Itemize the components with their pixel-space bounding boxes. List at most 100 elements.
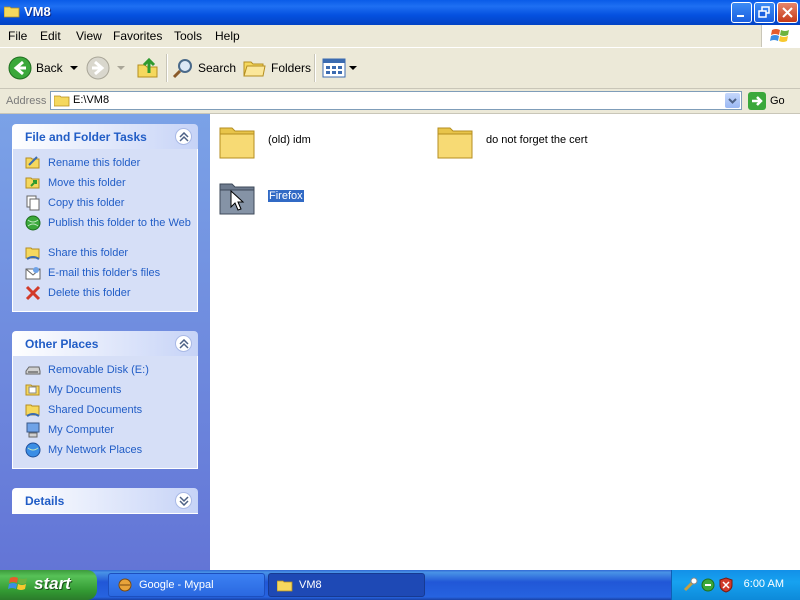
menu-favorites[interactable]: Favorites [113,29,162,43]
panel-header[interactable]: File and Folder Tasks [12,124,198,149]
views-dropdown-icon [349,66,357,70]
taskbar-item-label: Google - Mypal [139,579,214,591]
place-my-documents[interactable]: My Documents [13,382,197,402]
place-removable-disk[interactable]: Removable Disk (E:) [13,362,197,382]
delete-icon [25,285,41,301]
up-folder-icon [137,57,158,78]
task-rename[interactable]: Rename this folder [13,155,197,175]
search-button[interactable]: Search [172,55,236,81]
task-copy[interactable]: Copy this folder [13,195,197,215]
network-places-icon [25,442,41,458]
panel-title: Details [25,494,65,508]
place-shared-documents[interactable]: Shared Documents [13,402,197,422]
browser-icon [118,578,132,592]
my-computer-icon [26,422,40,438]
views-icon [322,58,346,78]
taskbar-item-google-mypal[interactable]: Google - Mypal [108,573,265,597]
taskbar-item-label: VM8 [299,579,322,591]
taskbar: start Google - Mypal VM8 6:00 AM [0,570,800,600]
back-arrow-icon [8,56,32,80]
up-folder-button[interactable] [136,55,160,81]
task-move[interactable]: Move this folder [13,175,197,195]
folder-item[interactable]: do not forget the cert [436,122,656,166]
move-icon [25,177,40,189]
forward-button[interactable] [86,55,126,81]
menu-view[interactable]: View [76,29,102,43]
collapse-button[interactable] [175,128,192,145]
address-label: Address [6,95,47,107]
menu-edit[interactable]: Edit [40,29,61,43]
go-label: Go [770,95,785,107]
search-label: Search [198,61,237,75]
my-documents-icon [25,384,40,396]
expand-button[interactable] [175,492,192,509]
folder-item-selected[interactable]: Firefox [218,178,368,222]
publish-web-icon [25,215,41,231]
folder-icon [4,6,20,18]
views-button[interactable] [322,55,357,81]
file-view[interactable]: (old) idm do not forget the cert Firefox [210,114,800,570]
folder-name: do not forget the cert [486,134,588,146]
start-button[interactable]: start [0,570,97,600]
panel-header[interactable]: Other Places [12,331,198,356]
address-dropdown-button[interactable] [725,93,740,108]
panel-title: Other Places [25,337,99,351]
folders-button[interactable]: Folders [243,55,311,81]
windows-flag-icon [8,577,27,590]
clock: 6:00 AM [743,578,784,590]
go-button[interactable]: Go [748,91,785,111]
folder-item[interactable]: (old) idm [218,122,418,166]
task-email[interactable]: E-mail this folder's files [13,265,197,285]
window-title: VM8 [24,4,51,19]
task-pane: File and Folder Tasks Rename this folder… [0,114,210,570]
task-publish[interactable]: Publish this folder to the Web [13,215,197,245]
folder-icon [277,580,293,591]
close-button[interactable] [777,2,798,23]
panel-title: File and Folder Tasks [25,130,147,144]
tray-tool-icon[interactable] [682,577,698,593]
place-my-computer[interactable]: My Computer [13,422,197,442]
title-bar[interactable]: VM8 [0,0,800,25]
chevron-down-icon [179,496,189,506]
menu-tools[interactable]: Tools [174,29,202,43]
chevron-up-icon [179,132,189,142]
panel-header[interactable]: Details [12,488,198,514]
go-arrow-icon [748,92,766,110]
address-input[interactable]: E:\VM8 [50,91,742,110]
email-icon [25,267,41,280]
start-label: start [34,574,71,593]
folder-icon [437,127,473,159]
windows-flag-icon [770,29,789,42]
tray-network-icon[interactable] [700,577,716,593]
close-icon [782,7,793,18]
tray-security-shield-icon[interactable] [718,577,734,593]
forward-dropdown-icon[interactable] [116,63,126,73]
minimize-button[interactable] [731,2,752,23]
back-label: Back [36,61,63,75]
back-dropdown-icon[interactable] [69,63,79,73]
share-icon [25,247,40,260]
system-tray: 6:00 AM [671,570,800,600]
back-button[interactable]: Back [8,55,79,81]
folder-icon [219,127,255,159]
chevron-down-icon [728,98,737,104]
folders-icon [243,61,266,77]
address-bar: Address E:\VM8 Go [0,89,800,114]
copy-icon [26,195,40,211]
rename-icon [25,156,40,169]
search-icon [172,59,192,79]
collapse-button[interactable] [175,335,192,352]
place-network-places[interactable]: My Network Places [13,442,197,462]
menu-help[interactable]: Help [215,29,240,43]
task-share[interactable]: Share this folder [13,245,197,265]
chevron-up-icon [179,339,189,349]
taskbar-item-vm8[interactable]: VM8 [268,573,425,597]
shared-documents-icon [25,404,40,417]
mouse-cursor-icon [230,190,245,211]
menu-bar: File Edit View Favorites Tools Help [0,25,800,48]
toolbar: Back Search Folders [0,48,800,89]
menu-file[interactable]: File [8,29,27,43]
folders-label: Folders [271,61,312,75]
task-delete[interactable]: Delete this folder [13,285,197,305]
restore-button[interactable] [754,2,775,23]
